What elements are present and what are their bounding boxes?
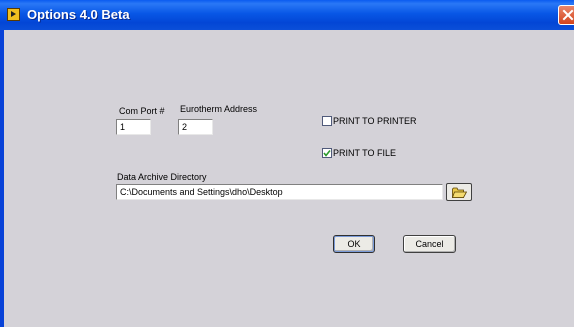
com-port-input[interactable]: 1 bbox=[116, 119, 151, 135]
browse-button[interactable] bbox=[446, 183, 472, 201]
com-port-label: Com Port # bbox=[119, 106, 165, 116]
eurotherm-address-input[interactable]: 2 bbox=[178, 119, 213, 135]
checkmark-icon bbox=[323, 150, 331, 157]
print-to-printer-label: PRINT TO PRINTER bbox=[333, 116, 417, 126]
print-to-file-checkbox[interactable] bbox=[322, 148, 332, 158]
ok-button[interactable]: OK bbox=[333, 235, 375, 253]
folder-open-icon bbox=[452, 187, 467, 198]
close-button[interactable] bbox=[558, 5, 574, 25]
eurotherm-address-label: Eurotherm Address bbox=[180, 104, 258, 114]
options-window: Options 4.0 Beta Com Port # 1 Eurotherm … bbox=[0, 0, 574, 327]
data-archive-input[interactable]: C:\Documents and Settings\dho\Desktop bbox=[116, 184, 443, 200]
close-icon bbox=[562, 9, 574, 21]
app-icon bbox=[7, 8, 20, 21]
title-bar[interactable]: Options 4.0 Beta bbox=[0, 0, 574, 30]
client-area bbox=[4, 30, 574, 327]
print-to-file-label: PRINT TO FILE bbox=[333, 148, 397, 158]
window-title: Options 4.0 Beta bbox=[27, 7, 130, 22]
data-archive-label: Data Archive Directory bbox=[117, 172, 207, 182]
print-to-printer-checkbox[interactable] bbox=[322, 116, 332, 126]
cancel-button[interactable]: Cancel bbox=[403, 235, 456, 253]
